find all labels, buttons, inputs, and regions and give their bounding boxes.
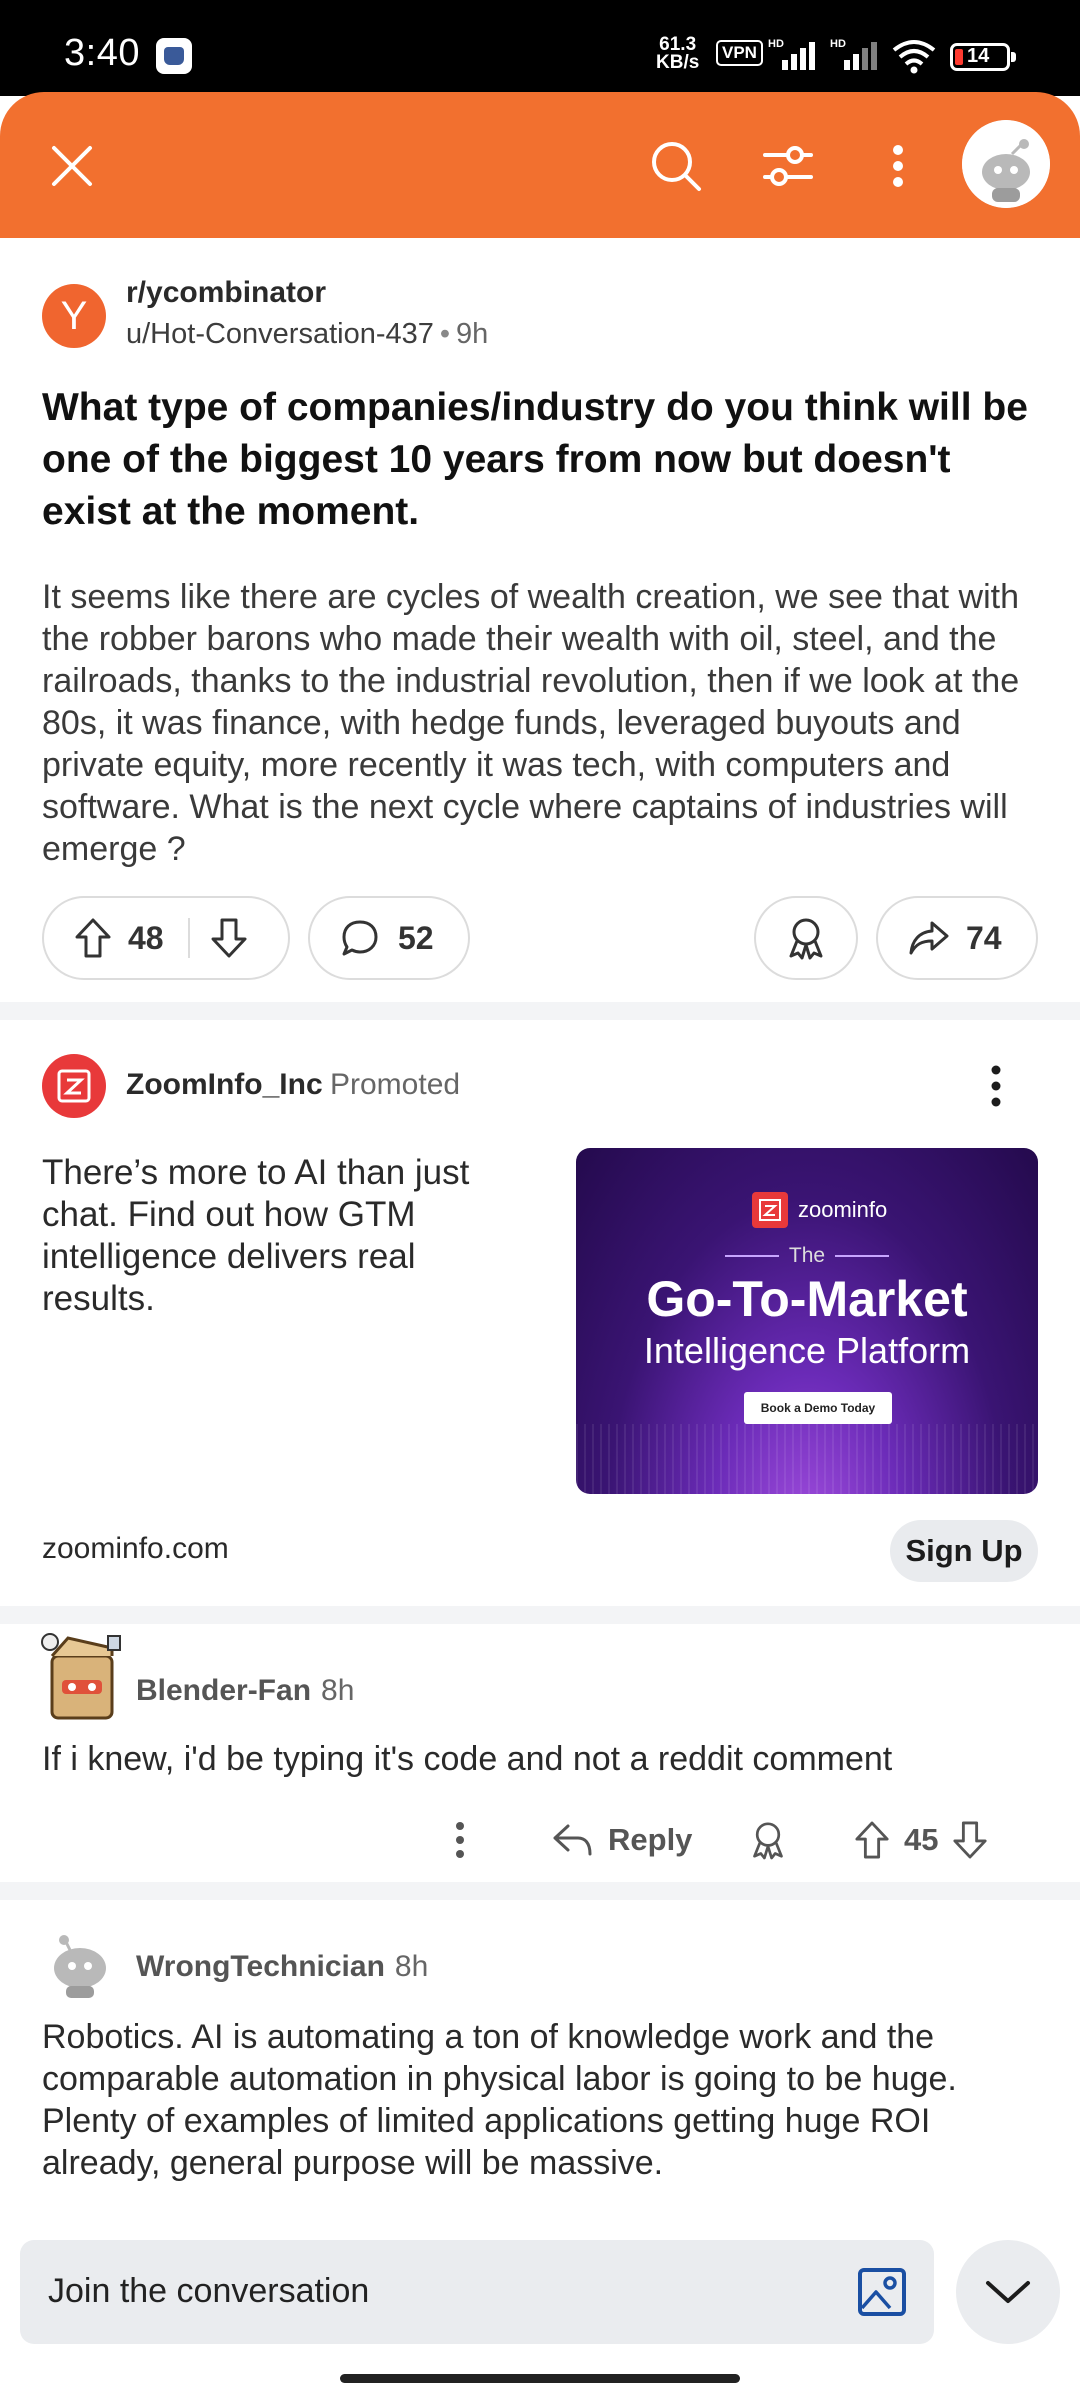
award-icon (753, 1822, 783, 1860)
comment-author-name[interactable]: WrongTechnician (136, 1950, 385, 1983)
meta-separator: • (439, 318, 451, 350)
section-divider (0, 1002, 1080, 1020)
downvote-icon[interactable] (210, 917, 248, 959)
comment-age: 8h (394, 1950, 429, 1983)
post-author[interactable]: u/Hot-Conversation-437 (126, 318, 434, 350)
comment-author[interactable]: WrongTechnician 8h (136, 1950, 428, 1984)
comment-count: 52 (398, 919, 434, 956)
comment-score: 45 (904, 1822, 939, 1857)
ad-image[interactable]: zoominfo The Go-To-Market Intelligence P… (576, 1148, 1038, 1494)
ad-image-headline: Go-To-Market (646, 1271, 968, 1327)
vote-divider (187, 918, 190, 958)
zoominfo-logo-icon (57, 1069, 91, 1103)
upvote-count: 48 (128, 919, 164, 956)
post-title: What type of companies/industry do you t… (42, 386, 1028, 533)
close-icon (52, 146, 92, 186)
ad-image-the: The (576, 1244, 1038, 1268)
comment-author-name[interactable]: Blender-Fan (136, 1674, 311, 1707)
search-icon (652, 142, 701, 191)
share-icon (909, 921, 949, 955)
downvote-icon[interactable] (952, 1820, 988, 1860)
reply-label: Reply (608, 1822, 693, 1857)
network-speed-unit: KB/s (656, 52, 700, 73)
advertiser-icon[interactable] (42, 1054, 106, 1118)
share-count: 74 (966, 919, 1002, 956)
status-bar: 3:40 61.3 KB/s VPN HD HD 14 (0, 0, 1080, 96)
promoted-label: Promoted (330, 1068, 461, 1101)
comments-button[interactable]: 52 (308, 896, 470, 980)
zoominfo-logo-icon (752, 1192, 788, 1228)
reply-icon (553, 1824, 592, 1856)
network-speed: 61.3 KB/s (656, 35, 700, 73)
battery-icon: 14 (950, 43, 1016, 71)
signal-icon-2: HD (830, 38, 882, 72)
comment-text: If i knew, i'd be typing it's code and n… (42, 1740, 893, 1778)
ad-domain[interactable]: zoominfo.com (42, 1532, 229, 1566)
award-icon (789, 918, 823, 960)
upvote-icon[interactable] (74, 917, 112, 959)
advertiser-name[interactable]: ZoomInfo_Inc (126, 1068, 323, 1102)
more-button[interactable] (862, 130, 934, 202)
bottom-fade (0, 2210, 1080, 2240)
user-avatar-button[interactable] (962, 120, 1050, 208)
signal-hd-label-2: HD (830, 38, 846, 50)
comment-icon (342, 920, 378, 956)
comment-award-button[interactable] (750, 1810, 786, 1870)
ad-image-subheadline: Intelligence Platform (643, 1330, 971, 1371)
vote-pill: 48 (42, 896, 290, 980)
post-meta: u/Hot-Conversation-437 • 9h (126, 318, 488, 351)
search-button[interactable] (640, 130, 712, 202)
comment-more-button[interactable] (450, 1810, 470, 1870)
zoominfo-logo-text: zoominfo (798, 1197, 888, 1222)
comment-text: Robotics. AI is automating a ton of know… (42, 2018, 957, 2182)
comment-actions: Reply 45 (0, 1810, 1080, 1870)
signal-hd-label: HD (768, 38, 784, 50)
chevron-down-icon (986, 2281, 1030, 2303)
reply-button[interactable]: Reply (552, 1810, 692, 1870)
share-button[interactable]: 74 (876, 896, 1038, 980)
section-divider (0, 1606, 1080, 1624)
comment-age: 8h (321, 1674, 355, 1707)
zoominfo-logo: zoominfo (752, 1192, 887, 1228)
filter-button[interactable] (752, 130, 824, 202)
join-conversation-input[interactable]: Join the conversation (20, 2240, 934, 2344)
avatar (962, 120, 1050, 208)
filter-icon (763, 146, 813, 186)
close-button[interactable] (36, 130, 108, 202)
more-vertical-icon[interactable] (976, 1062, 1016, 1110)
collapse-button[interactable] (956, 2240, 1060, 2344)
image-upload-icon[interactable] (854, 2264, 910, 2320)
post-age: 9h (456, 318, 489, 350)
sign-up-button[interactable]: Sign Up (890, 1520, 1038, 1582)
vpn-badge: VPN (716, 40, 763, 66)
battery-level: 14 (967, 45, 990, 67)
wifi-icon (892, 40, 936, 74)
signal-icon: HD (768, 38, 820, 72)
comment-vote: 45 (854, 1810, 988, 1870)
comment-author[interactable]: Blender-Fan 8h (136, 1674, 354, 1708)
more-vertical-icon (456, 1822, 464, 1858)
more-vertical-icon (893, 145, 903, 187)
notification-app-icon (156, 38, 192, 74)
post-body: It seems like there are cycles of wealth… (42, 578, 1020, 868)
commenter-avatar[interactable] (40, 1926, 116, 2002)
home-indicator[interactable] (340, 2374, 740, 2383)
upvote-icon[interactable] (854, 1820, 890, 1860)
commenter-avatar[interactable] (38, 1630, 126, 1726)
app-header (0, 92, 1080, 238)
subreddit-icon[interactable]: Y (42, 284, 106, 348)
award-button[interactable] (754, 896, 858, 980)
section-divider (0, 1882, 1080, 1900)
ad-image-cta: Book a Demo Today (744, 1392, 892, 1424)
join-conversation-placeholder: Join the conversation (48, 2272, 370, 2310)
subreddit-name[interactable]: r/ycombinator (126, 276, 326, 310)
status-time: 3:40 (64, 32, 140, 74)
ad-text: There’s more to AI than just chat. Find … (42, 1153, 470, 1318)
